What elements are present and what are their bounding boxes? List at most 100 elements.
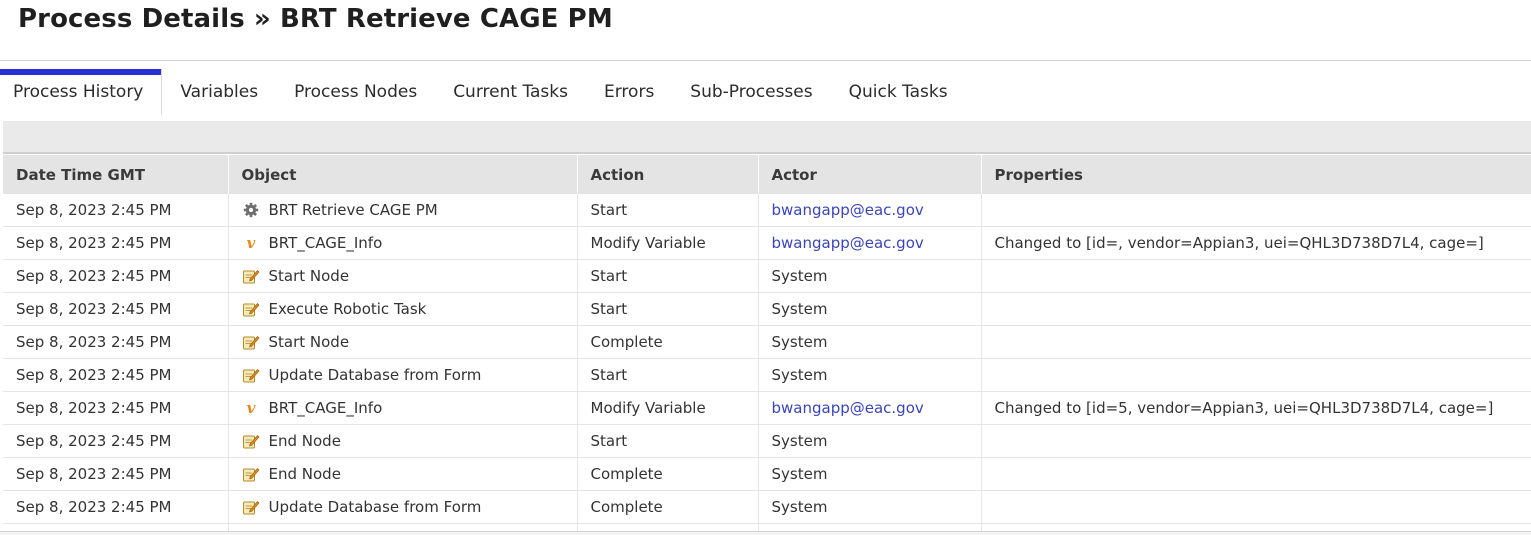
cell-actor: System: [758, 325, 982, 359]
cell-object: v BRT_CAGE_Info: [228, 226, 578, 260]
cell-properties: [981, 424, 1531, 458]
task-node-icon: [242, 333, 260, 351]
object-label: Execute Robotic Task: [268, 300, 427, 318]
cell-action: Modify Variable: [577, 226, 759, 260]
table-row[interactable]: Sep 8, 2023 2:45 PM Execute Robotic Task S…: [3, 292, 1531, 326]
cell-action: Start: [577, 424, 759, 458]
table-row[interactable]: Sep 8, 2023 2:45 PM v BRT_CAGE_Info Modify …: [3, 391, 1531, 425]
table-row[interactable]: Sep 8, 2023 2:45 PM Update Database from …: [3, 490, 1531, 524]
cell-actor: System: [758, 358, 982, 392]
actor-link[interactable]: bwangapp@eac.gov: [772, 399, 924, 417]
column-header-object[interactable]: Object: [228, 155, 578, 194]
table-row[interactable]: Sep 8, 2023 2:45 PM Update Database from …: [3, 358, 1531, 392]
process-history-table: Date Time GMT Object Action Actor Proper…: [3, 155, 1531, 534]
title-divider: [0, 60, 1531, 61]
task-node-icon: [242, 366, 260, 384]
cell-action: Modify Variable: [577, 391, 759, 425]
column-header-action[interactable]: Action: [577, 155, 759, 194]
cell-datetime: Sep 8, 2023 2:45 PM: [3, 292, 229, 326]
svg-text:v: v: [246, 400, 255, 416]
cell-properties: Changed to [id=5, vendor=Appian3, uei=QH…: [981, 391, 1531, 425]
object-label: Update Database from Form: [268, 366, 482, 384]
tab-variables[interactable]: Variables: [162, 69, 276, 115]
cell-properties: [981, 292, 1531, 326]
actor-link[interactable]: bwangapp@eac.gov: [772, 201, 924, 219]
cell-object: Update Database from Form: [228, 490, 578, 524]
object-label: BRT_CAGE_Info: [268, 234, 383, 252]
task-node-icon: [242, 300, 260, 318]
cell-action: Complete: [577, 490, 759, 524]
column-header-actor[interactable]: Actor: [758, 155, 982, 194]
object-label: BRT Retrieve CAGE PM: [268, 201, 438, 219]
column-header-properties[interactable]: Properties: [981, 155, 1531, 194]
task-node-icon: [242, 465, 260, 483]
actor-text: System: [771, 300, 828, 318]
cell-object: Execute Robotic Task: [228, 292, 578, 326]
cell-datetime: Sep 8, 2023 2:45 PM: [3, 194, 229, 227]
cell-object: Start Node: [228, 325, 578, 359]
cell-actor: bwangapp@eac.gov: [758, 391, 982, 425]
table-row[interactable]: Sep 8, 2023 2:45 PM Start Node Start System: [3, 259, 1531, 293]
object-label: Start Node: [268, 333, 350, 351]
cell-actor: System: [758, 457, 982, 491]
cell-action: Start: [577, 358, 759, 392]
table-row[interactable]: Sep 8, 2023 2:45 PM End Node Complete Syste…: [3, 457, 1531, 491]
cell-properties: [981, 490, 1531, 524]
cell-datetime: Sep 8, 2023 2:45 PM: [3, 226, 229, 260]
actor-text: System: [771, 432, 828, 450]
table-row[interactable]: Sep 8, 2023 2:45 PM BRT Retrieve CAGE PM S…: [3, 194, 1531, 227]
table-row[interactable]: Sep 8, 2023 2:45 PM Start Node Complete Sys…: [3, 325, 1531, 359]
task-node-icon: [242, 498, 260, 516]
tab-process-history[interactable]: Process History: [0, 69, 163, 115]
tab-quick-tasks[interactable]: Quick Tasks: [831, 69, 966, 115]
cell-object: End Node: [228, 457, 578, 491]
cell-action: Start: [577, 292, 759, 326]
cell-datetime: Sep 8, 2023 2:45 PM: [3, 424, 229, 458]
cell-action: Complete: [577, 457, 759, 491]
table-header-row: Date Time GMT Object Action Actor Proper…: [3, 155, 1531, 194]
variable-icon: v: [242, 234, 260, 252]
bottom-divider: [0, 531, 1531, 535]
task-node-icon: [242, 432, 260, 450]
tab-errors[interactable]: Errors: [586, 69, 672, 115]
table-row[interactable]: Sep 8, 2023 2:45 PM v BRT_CAGE_Info Modify …: [3, 226, 1531, 260]
cell-actor: System: [758, 292, 982, 326]
cell-properties: Changed to [id=, vendor=Appian3, uei=QHL…: [981, 226, 1531, 260]
cell-object: Update Database from Form: [228, 358, 578, 392]
cell-datetime: Sep 8, 2023 2:45 PM: [3, 391, 229, 425]
actor-link[interactable]: bwangapp@eac.gov: [772, 234, 924, 252]
cell-properties: [981, 259, 1531, 293]
object-label: End Node: [268, 432, 341, 450]
gear-icon: [242, 201, 260, 219]
table-row[interactable]: Sep 8, 2023 2:45 PM End Node Start System: [3, 424, 1531, 458]
actor-text: System: [771, 498, 828, 516]
cell-actor: bwangapp@eac.gov: [758, 226, 982, 260]
actor-text: System: [771, 267, 828, 285]
tab-sub-processes[interactable]: Sub-Processes: [672, 69, 830, 115]
cell-actor: System: [758, 490, 982, 524]
svg-text:v: v: [246, 235, 255, 251]
cell-properties: [981, 325, 1531, 359]
cell-datetime: Sep 8, 2023 2:45 PM: [3, 490, 229, 524]
cell-object: End Node: [228, 424, 578, 458]
actor-text: System: [771, 465, 828, 483]
grid-toolbar: [3, 121, 1531, 154]
cell-datetime: Sep 8, 2023 2:45 PM: [3, 358, 229, 392]
tab-process-nodes[interactable]: Process Nodes: [276, 69, 435, 115]
tab-current-tasks[interactable]: Current Tasks: [435, 69, 586, 115]
object-label: Update Database from Form: [268, 498, 482, 516]
cell-action: Start: [577, 194, 759, 227]
object-label: BRT_CAGE_Info: [268, 399, 383, 417]
cell-actor: System: [758, 424, 982, 458]
object-label: End Node: [268, 465, 341, 483]
actor-text: System: [771, 366, 828, 384]
object-label: Start Node: [268, 267, 350, 285]
actor-text: System: [771, 333, 828, 351]
column-header-datetime[interactable]: Date Time GMT: [3, 155, 229, 194]
cell-datetime: Sep 8, 2023 2:45 PM: [3, 325, 229, 359]
cell-action: Start: [577, 259, 759, 293]
cell-properties: [981, 457, 1531, 491]
cell-datetime: Sep 8, 2023 2:45 PM: [3, 259, 229, 293]
variable-icon: v: [242, 399, 260, 417]
cell-object: Start Node: [228, 259, 578, 293]
